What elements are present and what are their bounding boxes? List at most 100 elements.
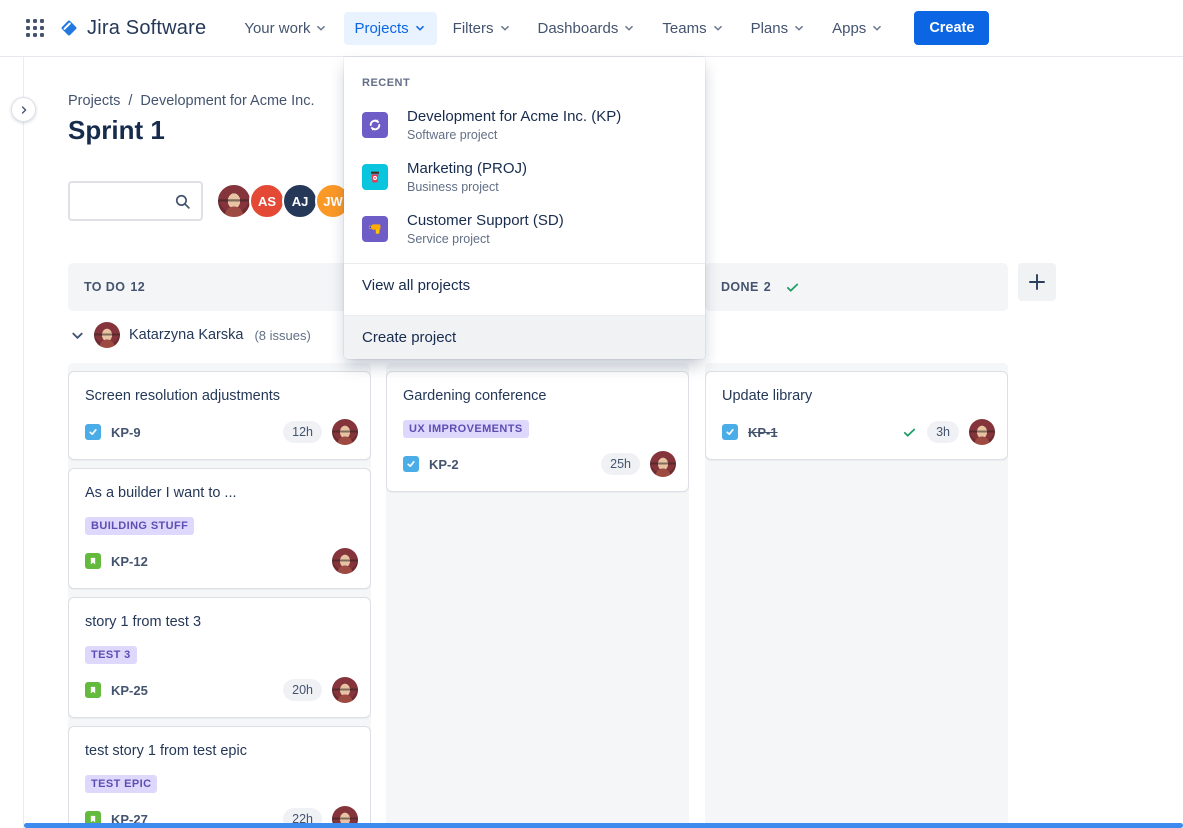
project-name: Development for Acme Inc. (KP): [407, 108, 621, 125]
service-project-icon: [362, 216, 388, 242]
project-type: Service project: [407, 232, 564, 246]
chevron-down-icon: [498, 21, 512, 35]
column-header-todo[interactable]: TO DO 12: [68, 263, 371, 311]
breadcrumb: Projects / Development for Acme Inc.: [68, 93, 315, 109]
issue-key[interactable]: KP-1: [748, 425, 778, 440]
card-title: As a builder I want to ...: [85, 484, 358, 503]
chevron-down-icon: [711, 21, 725, 35]
task-type-icon: [85, 424, 101, 440]
epic-label: TEST 3: [85, 646, 137, 664]
assignee-avatars: AS AJ JW: [219, 183, 351, 219]
menu-item-view-all-projects[interactable]: View all projects: [344, 264, 705, 307]
swimlane-avatar: [94, 322, 120, 348]
main-nav: Your work Projects Filters Dashboards Te…: [234, 12, 894, 45]
card-title: test story 1 from test epic: [85, 742, 358, 761]
epic-label: TEST EPIC: [85, 775, 157, 793]
sidebar-divider: [23, 57, 24, 828]
nav-apps[interactable]: Apps: [822, 12, 894, 45]
column-done-check-icon: [785, 280, 800, 295]
avatar-as[interactable]: AS: [249, 183, 285, 219]
software-project-icon: [362, 112, 388, 138]
column-done: Update library KP-1 3h: [705, 363, 1008, 828]
chevron-down-icon: [413, 21, 427, 35]
assignee-avatar[interactable]: [650, 451, 676, 477]
top-navbar: Jira Software Your work Projects Filters…: [0, 0, 1183, 57]
column-count: 2: [764, 280, 771, 294]
nav-filters[interactable]: Filters: [443, 12, 522, 45]
avatar-aj[interactable]: AJ: [282, 183, 318, 219]
breadcrumb-projects[interactable]: Projects: [68, 93, 120, 109]
menu-item-development-for-acme[interactable]: Development for Acme Inc. (KP) Software …: [344, 99, 705, 151]
issue-key[interactable]: KP-2: [429, 457, 459, 472]
assignee-avatar[interactable]: [332, 677, 358, 703]
horizontal-scrollbar[interactable]: [24, 823, 1183, 828]
task-type-icon: [403, 456, 419, 472]
chevron-right-icon: [18, 104, 30, 116]
search-icon: [174, 193, 191, 210]
menu-item-customer-support[interactable]: Customer Support (SD) Service project: [344, 203, 705, 255]
app-title: Jira Software: [87, 17, 206, 40]
swimlane-name: Katarzyna Karska: [129, 327, 243, 343]
card-title: Update library: [722, 387, 995, 406]
column-in-progress: Gardening conference UX IMPROVEMENTS KP-…: [386, 363, 689, 828]
card-title: Screen resolution adjustments: [85, 387, 358, 406]
add-column-button[interactable]: [1018, 263, 1056, 301]
project-name: Marketing (PROJ): [407, 160, 527, 177]
chevron-down-icon: [70, 328, 85, 343]
column-header-done[interactable]: DONE 2: [705, 263, 1008, 311]
page-title: Sprint 1: [68, 115, 165, 146]
chevron-down-icon: [622, 21, 636, 35]
swimlane-header[interactable]: Katarzyna Karska (8 issues): [70, 322, 311, 348]
task-type-icon: [722, 424, 738, 440]
story-type-icon: [85, 682, 101, 698]
epic-label: BUILDING STUFF: [85, 517, 194, 535]
nav-teams[interactable]: Teams: [652, 12, 734, 45]
board-search[interactable]: [68, 181, 203, 221]
expand-sidebar-button[interactable]: [11, 97, 36, 122]
swimlane-issue-count: (8 issues): [254, 328, 310, 343]
column-count: 12: [130, 280, 145, 294]
chevron-down-icon: [792, 21, 806, 35]
jira-diamond-icon: [58, 17, 80, 39]
card-kp-9[interactable]: Screen resolution adjustments KP-9 12h: [68, 371, 371, 460]
card-title: story 1 from test 3: [85, 613, 358, 632]
nav-projects[interactable]: Projects: [344, 12, 436, 45]
nav-dashboards[interactable]: Dashboards: [528, 12, 647, 45]
issue-key[interactable]: KP-9: [111, 425, 141, 440]
estimate-badge: 3h: [927, 421, 959, 443]
search-input[interactable]: [78, 193, 174, 209]
project-type: Business project: [407, 180, 527, 194]
estimate-badge: 20h: [283, 679, 322, 701]
assignee-avatar[interactable]: [332, 419, 358, 445]
projects-dropdown-menu: RECENT Development for Acme Inc. (KP) So…: [344, 57, 705, 359]
nav-plans[interactable]: Plans: [741, 12, 817, 45]
chevron-down-icon: [314, 21, 328, 35]
business-project-icon: [362, 164, 388, 190]
app-switcher-icon[interactable]: [26, 19, 44, 37]
card-kp-25[interactable]: story 1 from test 3 TEST 3 KP-25 20h: [68, 597, 371, 718]
card-kp-12[interactable]: As a builder I want to ... BUILDING STUF…: [68, 468, 371, 589]
avatar-photo[interactable]: [216, 183, 252, 219]
card-kp-2[interactable]: Gardening conference UX IMPROVEMENTS KP-…: [386, 371, 689, 492]
plus-icon: [1027, 272, 1047, 292]
menu-item-marketing[interactable]: Marketing (PROJ) Business project: [344, 151, 705, 203]
card-kp-27[interactable]: test story 1 from test epic TEST EPIC KP…: [68, 726, 371, 828]
estimate-badge: 12h: [283, 421, 322, 443]
project-type: Software project: [407, 128, 621, 142]
card-kp-1[interactable]: Update library KP-1 3h: [705, 371, 1008, 460]
issue-key[interactable]: KP-25: [111, 683, 148, 698]
chevron-down-icon: [870, 21, 884, 35]
create-button[interactable]: Create: [914, 11, 989, 45]
assignee-avatar[interactable]: [332, 548, 358, 574]
project-name: Customer Support (SD): [407, 212, 564, 229]
nav-your-work[interactable]: Your work: [234, 12, 338, 45]
assignee-avatar[interactable]: [969, 419, 995, 445]
column-todo: Screen resolution adjustments KP-9 12h A…: [68, 363, 371, 828]
issue-key[interactable]: KP-12: [111, 554, 148, 569]
menu-item-create-project[interactable]: Create project: [344, 316, 705, 359]
estimate-badge: 25h: [601, 453, 640, 475]
jira-logo[interactable]: Jira Software: [58, 17, 206, 40]
breadcrumb-project-name[interactable]: Development for Acme Inc.: [140, 93, 314, 109]
card-title: Gardening conference: [403, 387, 676, 406]
epic-label: UX IMPROVEMENTS: [403, 420, 529, 438]
